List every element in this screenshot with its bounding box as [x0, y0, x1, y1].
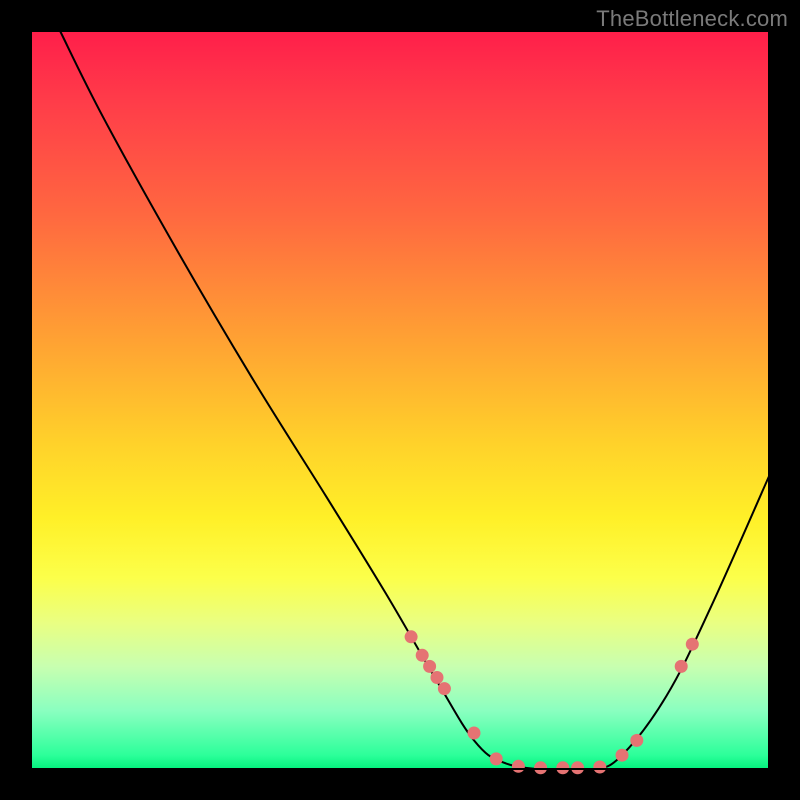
- bottleneck-curve: [60, 30, 770, 772]
- data-point: [534, 761, 547, 774]
- data-point: [423, 660, 436, 673]
- data-point: [556, 761, 569, 774]
- data-point: [616, 749, 629, 762]
- data-point: [431, 671, 444, 684]
- data-point: [686, 638, 699, 651]
- data-point: [593, 761, 606, 774]
- data-point: [512, 760, 525, 773]
- chart-svg: [30, 30, 770, 770]
- data-point: [630, 734, 643, 747]
- data-point: [405, 630, 418, 643]
- chart-frame: TheBottleneck.com: [0, 0, 800, 800]
- data-point: [438, 682, 451, 695]
- data-point: [571, 761, 584, 774]
- data-point: [468, 727, 481, 740]
- data-point: [675, 660, 688, 673]
- data-point: [490, 752, 503, 765]
- watermark-text: TheBottleneck.com: [596, 6, 788, 32]
- data-point: [416, 649, 429, 662]
